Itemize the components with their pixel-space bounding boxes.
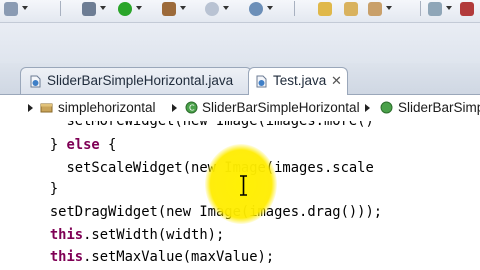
tab-test-java[interactable]: Test.java ✕ (248, 67, 348, 95)
web-icon[interactable] (205, 2, 219, 16)
save-icon[interactable] (4, 2, 18, 16)
breadcrumb-arrow-icon[interactable] (28, 104, 33, 112)
code-line: } (0, 181, 59, 197)
code-line: setMoreWidget(new Image(images.more() (0, 121, 374, 129)
toolbar-spacer (0, 23, 480, 63)
java-file-icon (30, 75, 41, 88)
toolbar-separator (60, 1, 61, 16)
code-token: { (99, 137, 117, 153)
java-file-icon (256, 75, 267, 88)
editor-tab-bar: SliderBarSimpleHorizontal.java Test.java… (0, 63, 480, 95)
tab-sliderbarsimplehorizontal[interactable]: SliderBarSimpleHorizontal.java (20, 67, 252, 94)
toolbar-separator (420, 1, 421, 16)
class-icon (380, 101, 393, 114)
breadcrumb-arrow-icon[interactable] (365, 104, 370, 112)
sync-icon[interactable] (428, 2, 442, 16)
code-line: this.setWidth(width); (0, 225, 224, 245)
package-icon (40, 103, 53, 113)
search-icon[interactable] (344, 2, 358, 16)
chevron-down-icon[interactable] (446, 6, 452, 10)
toolbar-separator (294, 1, 295, 16)
tab-label: Test.java (273, 73, 327, 88)
tab-label: SliderBarSimpleHorizontal.java (47, 73, 234, 88)
close-icon[interactable]: ✕ (331, 68, 342, 94)
code-keyword: else (66, 137, 100, 153)
code-token: .setMaxValue(maxValue); (83, 249, 275, 265)
code-keyword: this (49, 249, 84, 265)
external-tools-icon[interactable] (162, 2, 176, 16)
toolbar-group-run (70, 2, 160, 19)
debug-icon[interactable] (82, 2, 96, 16)
gem-icon[interactable] (460, 2, 474, 16)
code-line: } else { (0, 135, 116, 155)
code-line: this.setMaxValue(maxValue); (0, 247, 274, 267)
code-keyword: this (49, 227, 84, 243)
run-icon[interactable] (118, 2, 132, 16)
server-icon[interactable] (249, 2, 263, 16)
toolbar-group-tools (160, 2, 200, 19)
toolbar-group-extra (428, 2, 480, 19)
svg-text:C: C (189, 104, 195, 113)
chevron-down-icon[interactable] (180, 6, 186, 10)
main-toolbar (0, 0, 480, 23)
text-cursor-icon (240, 175, 247, 196)
chevron-down-icon[interactable] (136, 6, 142, 10)
open-type-icon[interactable] (318, 2, 332, 16)
toolbar-group-nav (300, 2, 400, 19)
chevron-down-icon[interactable] (223, 6, 229, 10)
toolbar-group-1[interactable] (4, 2, 34, 19)
code-token: } (0, 137, 67, 153)
breadcrumb: simplehorizontal C SliderBarSimpleHorizo… (0, 95, 480, 122)
chevron-down-icon[interactable] (267, 6, 273, 10)
chevron-down-icon[interactable] (386, 6, 392, 10)
toolbar-group-web (205, 2, 285, 19)
breadcrumb-item-member[interactable]: SliderBarSimpl (398, 100, 480, 115)
breadcrumb-item-package[interactable]: simplehorizontal (58, 100, 156, 115)
code-line: setDragWidget(new Image(images.drag())); (0, 204, 383, 220)
chevron-down-icon[interactable] (100, 6, 106, 10)
breadcrumb-item-class[interactable]: SliderBarSimpleHorizontal (202, 100, 360, 115)
class-icon: C (185, 101, 198, 114)
code-token: .setWidth(width); (83, 227, 225, 243)
code-line: setScaleWidget(new Image(images.scale (0, 160, 374, 176)
chevron-down-icon[interactable] (22, 6, 28, 10)
navigate-icon[interactable] (368, 2, 382, 16)
breadcrumb-arrow-icon[interactable] (172, 104, 177, 112)
